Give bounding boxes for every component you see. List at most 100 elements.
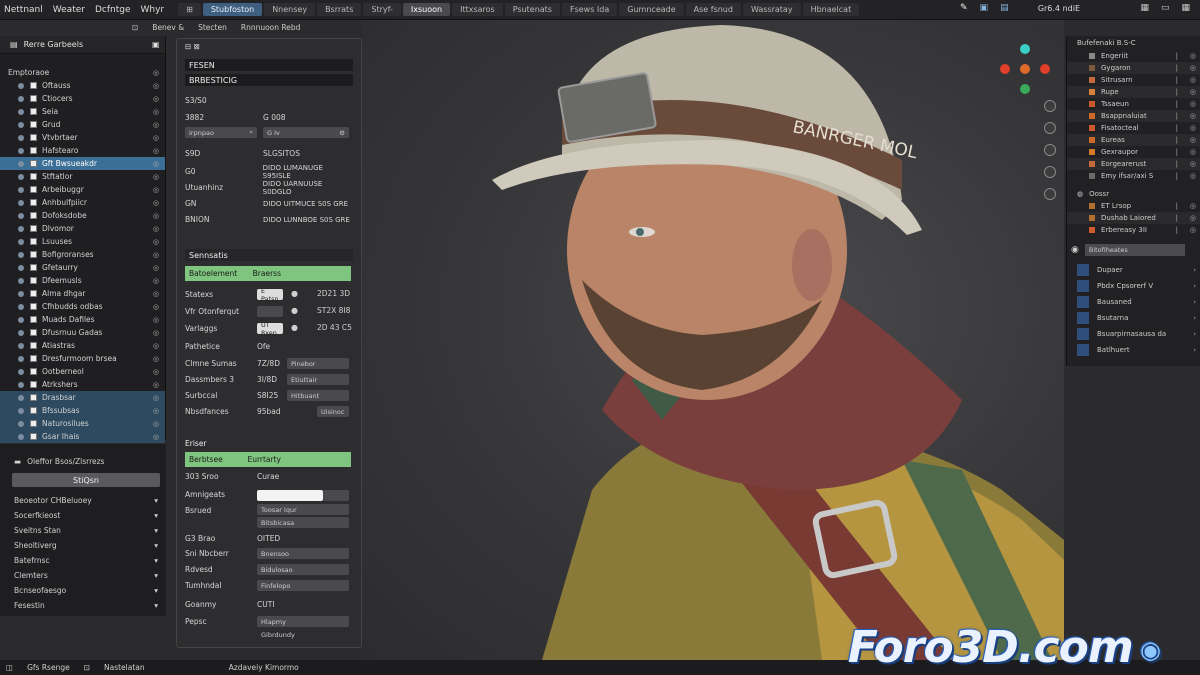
outliner-item[interactable]: Lsuuses ◎ [0,235,165,248]
sub-tab-2[interactable]: Stecten [198,23,227,32]
eye-icon[interactable]: ◎ [153,173,159,181]
material-item[interactable]: Batlhuert › [1067,342,1200,358]
ll-row[interactable]: Beoeotor CHBeluoey ▾ [0,493,166,508]
visibility-checkbox[interactable] [30,394,37,401]
select-left[interactable]: Irpnpao ⌕ [185,127,257,138]
menu-item-render[interactable]: Dcfntge [95,5,131,15]
eye-icon[interactable]: ◎ [1190,124,1196,132]
visibility-checkbox[interactable] [30,147,37,154]
eye-icon[interactable]: ◎ [1190,100,1196,108]
outliner-item[interactable]: Dfusrnuu Gadas ◎ [0,326,165,339]
ws-tab-4[interactable]: Stryf- [363,3,401,16]
chevron-right-icon[interactable]: › [1193,282,1196,290]
prop-6-field[interactable]: Etiuttair [287,374,349,385]
chevron-right-icon[interactable]: › [1193,298,1196,306]
visibility-checkbox[interactable] [30,342,37,349]
outliner-item[interactable]: Bfssubsas ◎ [0,404,165,417]
eye-icon[interactable]: ◎ [153,251,159,259]
folder-icon[interactable]: ▤ [1000,3,1009,13]
outliner-section[interactable]: Emptoraoe ◎ [0,66,165,79]
axis-gizmo[interactable] [1000,44,1050,108]
eye-icon[interactable]: ◎ [153,134,159,142]
prop-8-field[interactable]: Uisinoc [317,406,349,417]
ll-row[interactable]: Fesestin ▾ [0,598,166,613]
save-icon[interactable]: ▣ [980,3,989,13]
eye-icon[interactable]: ◎ [153,355,159,363]
gizmo-y-icon[interactable] [1020,44,1030,54]
layer-row[interactable]: Erbereasy 3II | ◎ [1067,224,1200,236]
chevron-right-icon[interactable]: › [1193,314,1196,322]
outliner-item[interactable]: Arbeibuggr ◎ [0,183,165,196]
outliner-item[interactable]: Anhbulfpiicr ◎ [0,196,165,209]
ws-tab-10[interactable]: Ase fsnud [685,3,741,16]
eye-icon[interactable]: ◎ [153,368,159,376]
layer-row[interactable]: Rupe | ◎ [1067,86,1200,98]
eye-icon[interactable]: ◎ [153,381,159,389]
chevron-down-icon[interactable]: ▾ [154,526,158,535]
outliner-item[interactable]: Gsar Ihais ◎ [0,430,165,443]
material-item[interactable]: Pbdx Cpsorerf V › [1067,278,1200,294]
q-3-field[interactable]: Toosar Iqur [257,504,349,515]
eye-icon[interactable]: ◎ [153,277,159,285]
eye-icon[interactable]: ◎ [153,69,159,77]
outliner-item[interactable]: Hafstearo ◎ [0,144,165,157]
visibility-checkbox[interactable] [30,121,37,128]
eye-icon[interactable]: ◎ [153,147,159,155]
chevron-down-icon[interactable]: ▾ [154,511,158,520]
close-icon[interactable]: ▣ [152,40,160,49]
ll-row[interactable]: Batefrnsc ▾ [0,553,166,568]
menu-item-window[interactable]: Whyr [141,5,165,15]
visibility-checkbox[interactable] [30,186,37,193]
ws-tab-6[interactable]: Ittxsaros [452,3,503,16]
layer-row[interactable]: Tssaeun | ◎ [1067,98,1200,110]
eye-icon[interactable]: ◎ [153,329,159,337]
prop-5-field[interactable]: Pinebor [287,358,349,369]
q-5-field[interactable]: Bnensoo [257,548,349,559]
eye-icon[interactable]: ◎ [153,290,159,298]
eye-icon[interactable]: ◎ [153,264,159,272]
grid-icon[interactable]: ▦ [1181,3,1190,13]
chevron-down-icon[interactable]: ▾ [154,496,158,505]
eye-icon[interactable]: ◎ [1190,52,1196,60]
material-item[interactable]: Bsutarna › [1067,310,1200,326]
chevron-down-icon[interactable]: ▾ [154,571,158,580]
ws-tab-8[interactable]: Fsews Ida [561,3,618,16]
eye-icon[interactable]: ◎ [1190,112,1196,120]
visibility-checkbox[interactable] [30,225,37,232]
sub-tab-icon[interactable]: ⊡ [132,23,138,32]
visibility-checkbox[interactable] [30,433,37,440]
chevron-down-icon[interactable]: ▾ [154,541,158,550]
apply-button[interactable]: StiQsn [12,473,160,487]
prop-3-dot-icon[interactable]: ● [291,323,298,332]
eye-icon[interactable]: ◎ [1190,64,1196,72]
eye-icon[interactable]: ◎ [153,238,159,246]
gizmo-center-icon[interactable] [1020,64,1030,74]
material-item[interactable]: Dupaer › [1067,262,1200,278]
eye-icon[interactable]: ◎ [153,342,159,350]
q-2-field-b[interactable] [323,490,349,501]
eye-icon[interactable]: ◎ [1190,226,1196,234]
outliner-item[interactable]: Atiastras ◎ [0,339,165,352]
eye-icon[interactable]: ◎ [153,420,159,428]
eye-icon[interactable]: ◎ [153,199,159,207]
visibility-checkbox[interactable] [30,160,37,167]
material-item[interactable]: Bsuarpirnasausa da › [1067,326,1200,342]
outliner-item[interactable]: Muads Dafiles ◎ [0,313,165,326]
eye-icon[interactable]: ◎ [153,433,159,441]
zoom-icon[interactable] [1044,100,1056,112]
eye-icon[interactable]: ◎ [1190,88,1196,96]
pan-icon[interactable] [1044,122,1056,134]
outliner-item[interactable]: Dlvomor ◎ [0,222,165,235]
ll-row[interactable]: Bcnseofaesgo ▾ [0,583,166,598]
gizmo-x-neg-icon[interactable] [1000,64,1010,74]
visibility-checkbox[interactable] [30,238,37,245]
eye-icon[interactable]: ◎ [1190,136,1196,144]
ll-row[interactable]: Socerfkieost ▾ [0,508,166,523]
ws-tab-2[interactable]: Nnensey [264,3,316,16]
visibility-checkbox[interactable] [30,108,37,115]
eye-icon[interactable]: ◎ [153,303,159,311]
green-row-1[interactable]: Batoelement Braerss [185,266,351,281]
eye-icon[interactable]: ◎ [1190,172,1196,180]
chevron-down-icon[interactable]: ▾ [154,601,158,610]
ll-row[interactable]: Clemters ▾ [0,568,166,583]
